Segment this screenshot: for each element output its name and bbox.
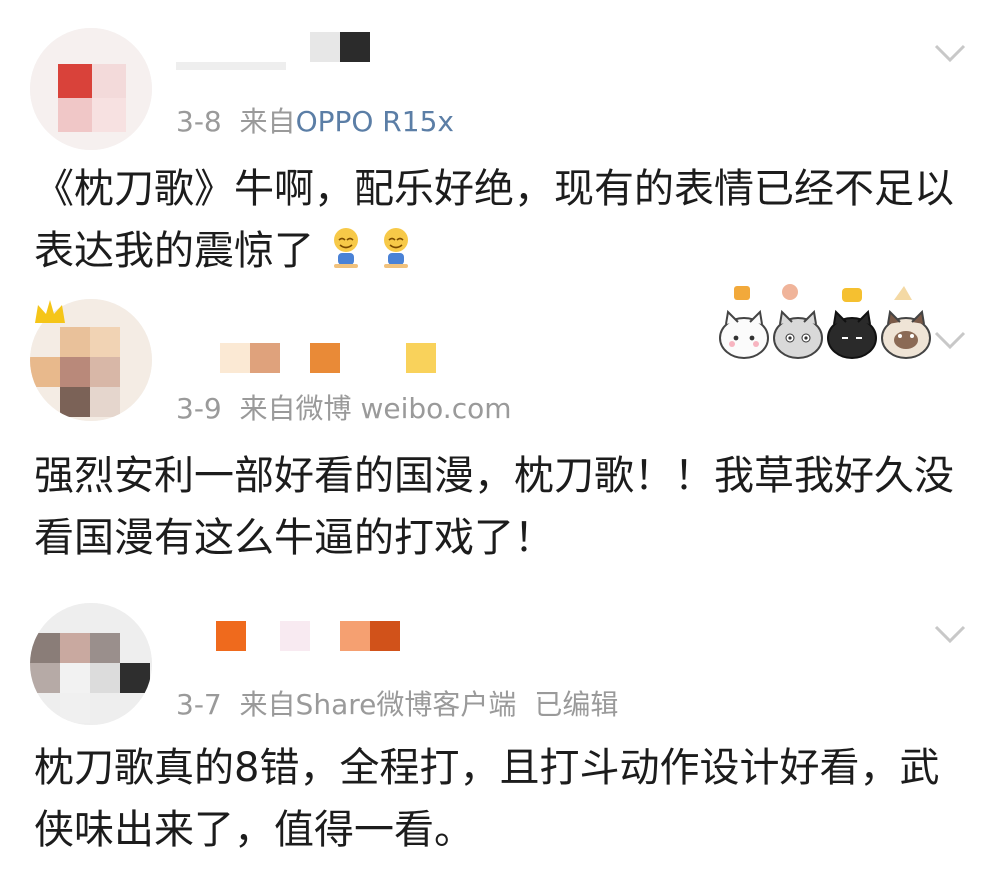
- comment-text: 枕刀歌真的8错，全程打，且打斗动作设计好看，武侠味出来了，值得一看。: [34, 737, 954, 861]
- comment-date: 3-9: [176, 392, 222, 425]
- chevron-down-icon[interactable]: [932, 615, 968, 651]
- comment-date: 3-7: [176, 688, 222, 721]
- username-blurred[interactable]: [176, 621, 416, 659]
- device-name: weibo.com: [360, 392, 512, 425]
- comment-meta: 3-9 来自微博 weibo.com: [176, 387, 512, 427]
- comment-body: 枕刀歌真的8错，全程打，且打斗动作设计好看，武侠味出来了，值得一看。: [34, 745, 940, 853]
- avatar[interactable]: [30, 28, 152, 150]
- chevron-down-icon[interactable]: [932, 34, 968, 70]
- crown-icon: [35, 300, 65, 323]
- comment-body: 强烈安利一部好看的国漫，枕刀歌！！我草我好久没看国漫有这么牛逼的打戏了！: [34, 453, 954, 561]
- cat-sticker-badge-icon: [719, 284, 931, 359]
- source-prefix: 来自微博: [239, 392, 352, 425]
- comment-item: 3-7 来自Share微博客户端 已编辑 枕刀歌真的8错，全程打，且打斗动作设计好…: [0, 585, 1000, 869]
- comment-text: 强烈安利一部好看的国漫，枕刀歌！！我草我好久没看国漫有这么牛逼的打戏了！: [34, 445, 954, 569]
- comment-meta: 3-8 来自OPPO R15x: [176, 100, 454, 140]
- device-name: OPPO R15x: [295, 105, 454, 138]
- source-prefix: 来自: [239, 105, 296, 138]
- sweat-smile-emoji-icon: [334, 228, 358, 268]
- comment-item: 3-8 来自OPPO R15x 《枕刀歌》牛啊，配乐好绝，现有的表情已经不足以表…: [0, 0, 1000, 285]
- source-prefix: 来自Share微博客户端: [239, 688, 517, 721]
- comment-body: 《枕刀歌》牛啊，配乐好绝，现有的表情已经不足以表达我的震惊了: [34, 166, 954, 274]
- edited-label: 已编辑: [534, 688, 619, 721]
- comment-meta: 3-7 来自Share微博客户端 已编辑: [176, 683, 618, 723]
- sweat-smile-emoji-icon: [384, 228, 408, 268]
- username-blurred[interactable]: [176, 343, 436, 381]
- chevron-down-icon[interactable]: [932, 321, 968, 357]
- username-blurred[interactable]: [176, 32, 376, 70]
- comment-date: 3-8: [176, 105, 222, 138]
- avatar[interactable]: [30, 603, 152, 725]
- comment-text: 《枕刀歌》牛啊，配乐好绝，现有的表情已经不足以表达我的震惊了: [34, 158, 954, 282]
